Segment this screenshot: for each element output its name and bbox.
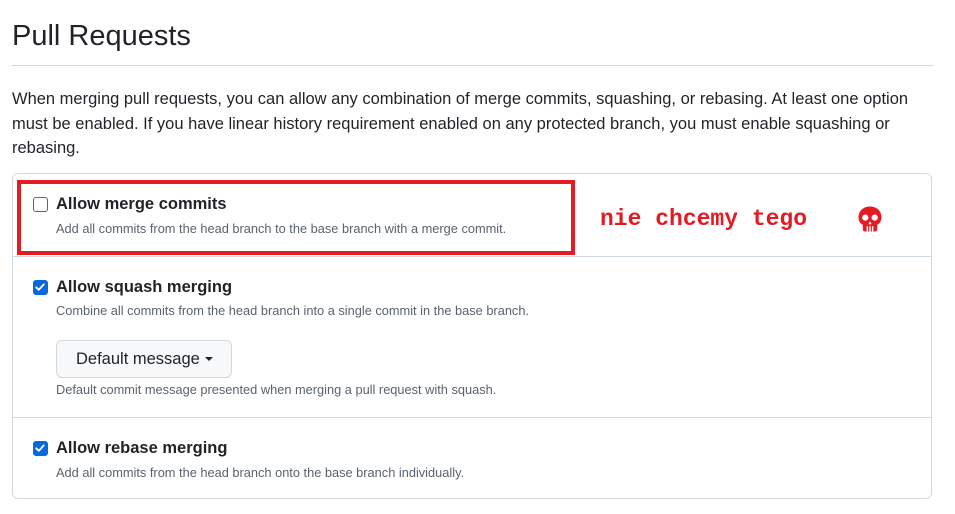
allow-squash-merging-description: Combine all commits from the head branch… xyxy=(56,303,530,318)
page-description: When merging pull requests, you can allo… xyxy=(12,90,909,157)
option-divider xyxy=(13,417,931,418)
checkmark-icon xyxy=(35,283,45,291)
allow-rebase-merging-description: Add all commits from the head branch ont… xyxy=(56,465,465,480)
annotation-text: nie chcemy tego xyxy=(600,206,808,232)
option-divider xyxy=(13,256,931,257)
caret-down-icon xyxy=(204,357,213,362)
allow-rebase-merging-label[interactable]: Allow rebase merging xyxy=(56,437,227,459)
default-message-help: Default commit message presented when me… xyxy=(56,382,497,397)
skull-icon xyxy=(858,206,882,232)
highlight-annotation-box xyxy=(17,180,575,255)
allow-rebase-merging-checkbox[interactable] xyxy=(33,441,48,456)
default-message-dropdown[interactable]: Default message xyxy=(56,340,232,378)
title-divider xyxy=(12,65,934,66)
page-title: Pull Requests xyxy=(12,20,191,52)
default-message-dropdown-label: Default message xyxy=(76,349,200,368)
allow-squash-merging-label[interactable]: Allow squash merging xyxy=(56,276,232,298)
checkmark-icon xyxy=(35,444,45,452)
allow-squash-merging-checkbox[interactable] xyxy=(33,280,48,295)
